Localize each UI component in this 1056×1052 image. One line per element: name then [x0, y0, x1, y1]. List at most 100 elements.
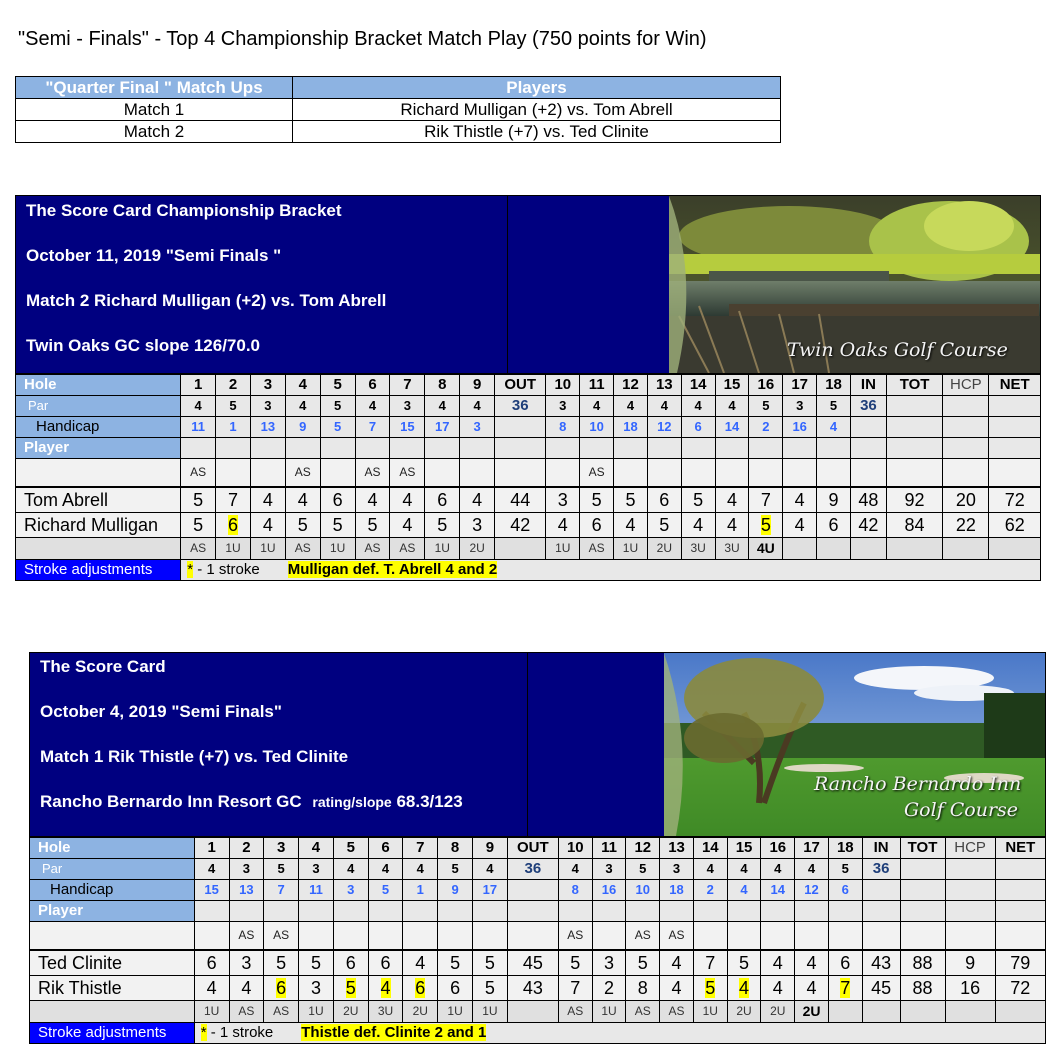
handicap-value: 17 [471, 879, 508, 901]
stroke-adjusted-score: 5 [705, 978, 716, 998]
empty-cell [899, 858, 946, 880]
empty-cell [494, 458, 547, 488]
par-value: 4 [471, 858, 508, 880]
empty-cell [506, 1000, 559, 1023]
par-value: 3 [659, 858, 694, 880]
photo-caption: Twin Oaks Golf Course [787, 339, 1008, 361]
empty-cell [794, 900, 829, 922]
score-value: 4 [671, 978, 682, 998]
match-status [680, 458, 716, 488]
empty-cell [545, 437, 581, 459]
hole-number: 15 [714, 374, 750, 396]
hole-score: 4 [794, 949, 829, 976]
hole-number: 10 [557, 837, 593, 859]
handicap-value: 5 [319, 416, 356, 438]
par-value: 4 [180, 395, 217, 417]
handicap-value: 16 [591, 879, 627, 901]
par-value: 3 [782, 395, 818, 417]
par-value: 4 [680, 395, 716, 417]
stroke-adjusted-score: 6 [227, 515, 238, 535]
handicap-value: 14 [760, 879, 796, 901]
empty-cell [885, 437, 944, 459]
match-progress: AS [625, 1000, 661, 1023]
hole-number: 12 [625, 837, 661, 859]
par-value: 4 [193, 858, 230, 880]
tot-header: TOT [885, 374, 944, 396]
par-row: Par 4 3 5 3 4 4 4 5 4 36 4 3 5 3 4 4 4 4 5 36 [29, 858, 1047, 880]
match-final-status: 4U [748, 537, 784, 560]
empty-cell [861, 1000, 901, 1023]
player-label: Player [14, 437, 182, 459]
handicap-value: 18 [659, 879, 694, 901]
score-value: 4 [726, 490, 737, 510]
par-out: 36 [494, 395, 547, 417]
score-in: 42 [849, 512, 887, 538]
score-value: 7 [760, 490, 771, 510]
score-value: 6 [345, 953, 356, 973]
in-header: IN [849, 374, 887, 396]
hole-score: 4 [659, 975, 694, 1001]
hole-score: 6 [437, 975, 473, 1001]
score-value: 5 [310, 953, 321, 973]
match-status [332, 921, 369, 951]
empty-cell [579, 437, 615, 459]
score-value: 5 [625, 490, 636, 510]
par-value: 3 [545, 395, 581, 417]
score-value: 3 [472, 515, 483, 535]
score-value: 4 [262, 515, 273, 535]
match-progress [816, 537, 851, 560]
empty-cell [861, 900, 901, 922]
score-value: 4 [772, 953, 783, 973]
empty-cell [988, 458, 1041, 488]
score-net: 72 [988, 486, 1041, 513]
par-value: 4 [613, 395, 648, 417]
par-value: 5 [827, 858, 863, 880]
empty-cell [816, 437, 851, 459]
hole-score: 5 [332, 975, 369, 1001]
handicap-label: Handicap [14, 416, 182, 438]
hole-score: 4 [760, 975, 796, 1001]
match-status-row: AS AS AS AS AS [29, 921, 1047, 951]
status-label-cell [29, 921, 195, 951]
score-value: 6 [659, 490, 670, 510]
handicap-value: 15 [389, 416, 426, 438]
match-result: Thistle def. Clinite 2 and 1 [301, 1024, 487, 1041]
score-out: 44 [494, 486, 547, 513]
hole-score: 3 [545, 486, 581, 513]
score-value: 4 [726, 515, 737, 535]
empty-cell [942, 395, 990, 417]
stroke-adjusted-score: 6 [276, 978, 287, 998]
handicap-value: 8 [545, 416, 581, 438]
player-label: Player [29, 900, 195, 922]
par-value: 4 [579, 395, 615, 417]
score-value: 6 [591, 515, 602, 535]
scorecard-match: Match 2 Richard Mulligan (+2) vs. Tom Ab… [26, 291, 387, 310]
match-progress: 1U [298, 1000, 334, 1023]
match-status: AS [228, 921, 265, 951]
hole-score: 5 [579, 486, 615, 513]
empty-cell [284, 437, 321, 459]
hole-score: 6 [402, 975, 439, 1001]
hole-score: 6 [424, 486, 461, 513]
empty-cell [228, 900, 265, 922]
match-progress: 2U [459, 537, 496, 560]
empty-cell [849, 537, 887, 560]
par-value: 4 [714, 395, 750, 417]
hole-number: 11 [579, 374, 615, 396]
hole-score: 3 [459, 512, 496, 538]
match-status [298, 921, 334, 951]
empty-cell [885, 458, 944, 488]
hole-score: 5 [692, 975, 728, 1001]
handicap-value: 16 [782, 416, 818, 438]
empty-cell [899, 1000, 946, 1023]
hole-score: 6 [367, 949, 404, 976]
par-in: 36 [849, 395, 887, 417]
empty-cell [506, 879, 559, 901]
match-status [545, 458, 581, 488]
empty-cell [692, 900, 728, 922]
score-value: 5 [193, 490, 204, 510]
hole-score: 5 [354, 512, 391, 538]
hole-score: 5 [726, 949, 762, 976]
par-value: 5 [748, 395, 784, 417]
score-value: 3 [310, 978, 321, 998]
